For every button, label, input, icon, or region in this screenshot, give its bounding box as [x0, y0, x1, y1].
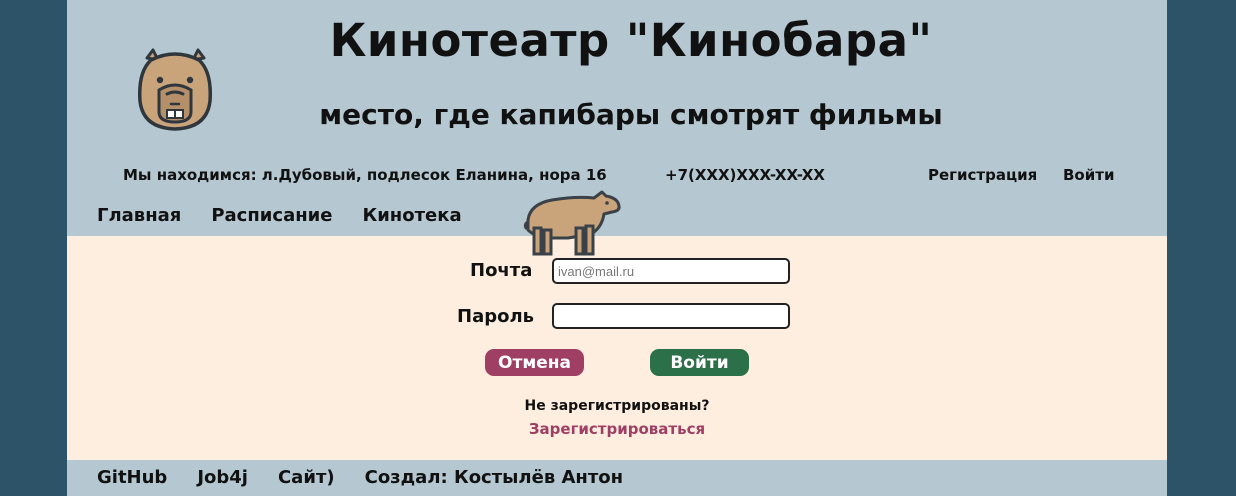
phone-text: +7(XXX)XXX-XX-XX	[665, 166, 825, 184]
nav-item-library[interactable]: Кинотека	[362, 205, 461, 226]
login-content: Почта Пароль Отмена Войти Не зарегистрир…	[67, 236, 1167, 460]
footer-author-text: Создал: Костылёв Антон	[364, 467, 624, 488]
site-footer: GitHub Job4j Сайт) Создал: Костылёв Анто…	[67, 460, 1167, 496]
email-field[interactable]	[552, 258, 790, 284]
footer-links: GitHub Job4j Сайт) Создал: Костылёв Анто…	[97, 467, 623, 488]
footer-job4j-link[interactable]: Job4j	[197, 467, 248, 488]
main-nav: Главная Расписание Кинотека	[97, 205, 462, 226]
address-text: Мы находимся: л.Дубовый, подлесок Еланин…	[123, 166, 607, 184]
not-registered-text: Не зарегистрированы?	[524, 398, 710, 414]
capybara-face-icon	[137, 48, 213, 131]
cancel-button[interactable]: Отмена	[485, 349, 584, 376]
register-link[interactable]: Зарегистрироваться	[450, 420, 784, 438]
site-title: Кинотеатр "Кинобара"	[329, 14, 933, 67]
nav-item-schedule[interactable]: Расписание	[211, 205, 332, 226]
login-button[interactable]: Войти	[650, 349, 749, 376]
header-login-link[interactable]: Войти	[1063, 166, 1114, 184]
password-label: Пароль	[457, 306, 535, 327]
header-register-link[interactable]: Регистрация	[928, 166, 1037, 184]
page: Кинотеатр "Кинобара" место, где капибары…	[67, 0, 1167, 496]
password-field[interactable]	[552, 303, 790, 329]
footer-github-link[interactable]: GitHub	[97, 467, 167, 488]
email-label: Почта	[470, 260, 533, 281]
footer-site-link[interactable]: Сайт)	[278, 467, 335, 488]
nav-item-home[interactable]: Главная	[97, 205, 181, 226]
capybara-icon	[523, 190, 621, 256]
site-subtitle: место, где капибары смотрят фильмы	[319, 98, 943, 131]
